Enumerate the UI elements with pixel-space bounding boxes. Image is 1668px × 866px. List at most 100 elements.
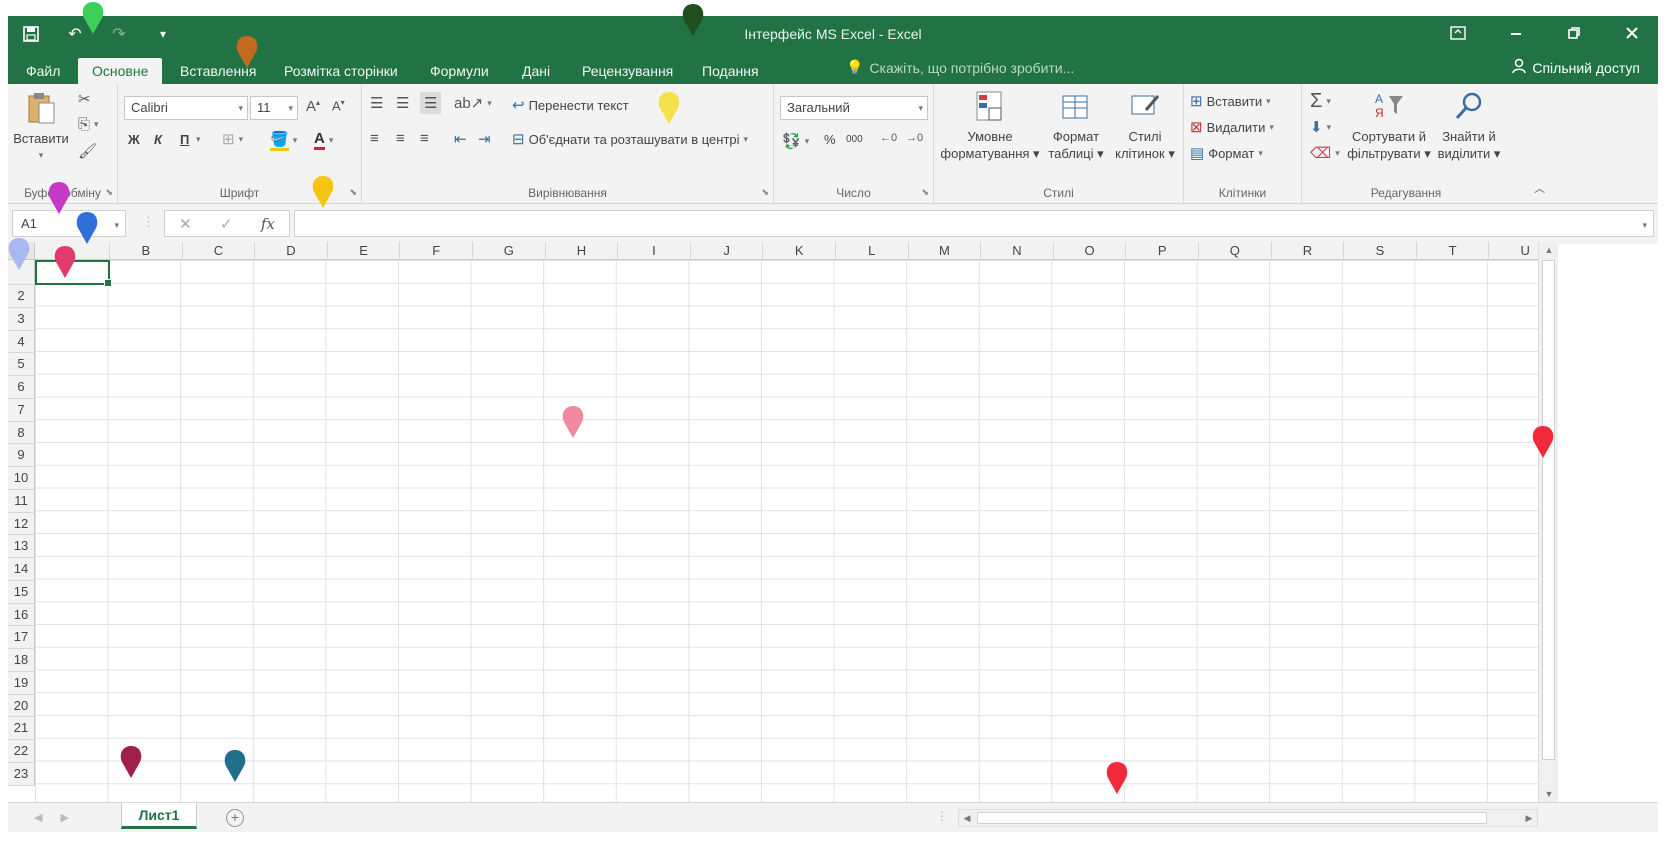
decrease-font-icon[interactable]: A▾ bbox=[332, 98, 345, 113]
column-header-i[interactable]: I bbox=[618, 242, 691, 260]
horizontal-scrollbar[interactable]: ◀ ▶ bbox=[958, 809, 1538, 827]
restore-icon[interactable] bbox=[1556, 20, 1592, 46]
tab-data[interactable]: Дані bbox=[508, 58, 564, 84]
row-header-21[interactable]: 21 bbox=[8, 717, 35, 740]
row-header-14[interactable]: 14 bbox=[8, 558, 35, 581]
column-header-b[interactable]: B bbox=[110, 242, 183, 260]
format-painter-icon[interactable]: 🖌 bbox=[78, 142, 97, 160]
column-header-r[interactable]: R bbox=[1271, 242, 1345, 260]
format-cells-button[interactable]: ▤ Формат ▾ bbox=[1190, 144, 1263, 162]
insert-cells-button[interactable]: ⊞ Вставити ▾ bbox=[1190, 92, 1271, 110]
tab-formulas[interactable]: Формули bbox=[416, 58, 503, 84]
column-header-e[interactable]: E bbox=[327, 242, 401, 260]
align-right-icon[interactable]: ≡ bbox=[420, 130, 429, 147]
row-header-18[interactable]: 18 bbox=[8, 649, 35, 672]
decrease-indent-icon[interactable]: ⇤ bbox=[454, 130, 467, 148]
row-header-7[interactable]: 7 bbox=[8, 398, 35, 422]
formula-input[interactable]: ▾ bbox=[294, 210, 1654, 237]
row-header-22[interactable]: 22 bbox=[8, 740, 35, 763]
clipboard-launcher-icon[interactable]: ⬊ bbox=[105, 187, 113, 198]
column-header-h[interactable]: H bbox=[545, 242, 619, 260]
cut-icon[interactable]: ✂ bbox=[78, 90, 91, 108]
column-header-j[interactable]: J bbox=[690, 242, 764, 260]
scroll-up-icon[interactable]: ▲ bbox=[1539, 242, 1559, 258]
scroll-left-icon[interactable]: ◀ bbox=[959, 810, 975, 826]
fill-color-icon[interactable]: 🪣 ▾ bbox=[270, 130, 297, 151]
align-center-icon[interactable]: ≡ bbox=[396, 130, 405, 147]
row-header-6[interactable]: 6 bbox=[8, 376, 35, 399]
row-header-4[interactable]: 4 bbox=[8, 330, 35, 354]
column-header-p[interactable]: P bbox=[1126, 242, 1199, 260]
format-as-table-button[interactable]: Формат таблиці ▾ bbox=[1044, 88, 1108, 162]
cell-styles-button[interactable]: Стилі клітинок ▾ bbox=[1112, 88, 1178, 162]
font-launcher-icon[interactable]: ⬊ bbox=[349, 187, 357, 198]
column-header-d[interactable]: D bbox=[255, 242, 328, 260]
increase-decimal-icon[interactable]: ←0 bbox=[880, 132, 897, 144]
thousands-button[interactable]: 000 bbox=[846, 134, 863, 145]
font-name-select[interactable]: Calibri ▾ bbox=[124, 96, 248, 120]
row-header-11[interactable]: 11 bbox=[8, 489, 35, 513]
row-header-12[interactable]: 12 bbox=[8, 512, 35, 536]
scroll-down-icon[interactable]: ▼ bbox=[1539, 786, 1559, 802]
increase-font-icon[interactable]: A▴ bbox=[306, 98, 320, 115]
tab-home[interactable]: Основне bbox=[78, 58, 163, 84]
next-sheet-icon[interactable]: ▶ bbox=[60, 811, 68, 824]
number-format-select[interactable]: Загальний ▾ bbox=[780, 96, 928, 120]
merge-center-button[interactable]: ⊟ Об'єднати та розташувати в центрі ▾ bbox=[512, 130, 748, 148]
row-header-3[interactable]: 3 bbox=[8, 307, 35, 331]
row-header-19[interactable]: 19 bbox=[8, 671, 35, 695]
row-header-9[interactable]: 9 bbox=[8, 444, 35, 467]
align-bottom-icon[interactable]: ☰ bbox=[420, 92, 442, 114]
underline-dropdown-icon[interactable]: ▾ bbox=[196, 134, 201, 145]
row-header-13[interactable]: 13 bbox=[8, 535, 35, 558]
tab-view[interactable]: Подання bbox=[688, 58, 773, 84]
currency-icon[interactable]: 💱 ▾ bbox=[782, 132, 809, 150]
enter-icon[interactable]: ✓ bbox=[220, 215, 233, 233]
insert-function-icon[interactable]: fx bbox=[261, 215, 275, 233]
font-size-select[interactable]: 11 ▾ bbox=[250, 96, 298, 120]
tab-page-layout[interactable]: Розмітка сторінки bbox=[270, 58, 412, 84]
horizontal-scroll-thumb[interactable] bbox=[977, 812, 1487, 824]
copy-icon[interactable]: ⎘ ▾ bbox=[78, 116, 99, 133]
row-header-16[interactable]: 16 bbox=[8, 603, 35, 627]
conditional-formatting-button[interactable]: Умовне форматування ▾ bbox=[940, 88, 1040, 162]
collapse-ribbon-icon[interactable]: ︿ bbox=[1534, 180, 1545, 196]
orientation-icon[interactable]: ab↗ ▾ bbox=[454, 94, 492, 112]
percent-button[interactable]: % bbox=[824, 132, 836, 147]
number-launcher-icon[interactable]: ⬊ bbox=[921, 187, 929, 198]
underline-button[interactable]: П bbox=[180, 132, 189, 147]
row-header-8[interactable]: 8 bbox=[8, 421, 35, 445]
italic-button[interactable]: К bbox=[154, 132, 162, 147]
column-header-m[interactable]: M bbox=[908, 242, 982, 260]
column-header-u[interactable]: U bbox=[1489, 242, 1538, 260]
column-header-o[interactable]: O bbox=[1053, 242, 1127, 260]
align-middle-icon[interactable]: ☰ bbox=[396, 94, 409, 112]
align-top-icon[interactable]: ☰ bbox=[370, 94, 383, 112]
cancel-icon[interactable]: ✕ bbox=[179, 215, 192, 233]
fill-icon[interactable]: ⬇ ▾ bbox=[1310, 118, 1331, 136]
tell-me-box[interactable]: 💡 Скажіть, що потрібно зробити... bbox=[846, 59, 1074, 76]
column-header-q[interactable]: Q bbox=[1199, 242, 1272, 260]
splitter-grip-icon[interactable]: ⋮ bbox=[936, 809, 948, 823]
autosum-icon[interactable]: Σ ▾ bbox=[1310, 90, 1331, 113]
vertical-scrollbar[interactable]: ▲ ▼ bbox=[1538, 242, 1558, 802]
row-header-5[interactable]: 5 bbox=[8, 353, 35, 376]
scroll-right-icon[interactable]: ▶ bbox=[1521, 810, 1537, 826]
close-icon[interactable] bbox=[1614, 20, 1650, 46]
column-header-t[interactable]: T bbox=[1416, 242, 1490, 260]
worksheet-grid[interactable]: BCDEFGHIJKLMNOPQRSTU 2 3 4 5 6 7 8 9 10 11 12 13 14 1… bbox=[8, 242, 1538, 802]
ribbon-display-options-icon[interactable] bbox=[1440, 20, 1476, 46]
alignment-launcher-icon[interactable]: ⬊ bbox=[761, 187, 769, 198]
row-header-23[interactable]: 23 bbox=[8, 762, 35, 786]
sort-filter-button[interactable]: AЯ Сортувати й фільтрувати ▾ bbox=[1346, 88, 1432, 162]
decrease-decimal-icon[interactable]: →0 bbox=[906, 132, 923, 144]
prev-sheet-icon[interactable]: ◀ bbox=[34, 811, 42, 824]
column-header-f[interactable]: F bbox=[400, 242, 473, 260]
row-header-15[interactable]: 15 bbox=[8, 580, 35, 604]
share-button[interactable]: Спільний доступ bbox=[1512, 58, 1640, 77]
column-header-l[interactable]: L bbox=[836, 242, 909, 260]
tab-review[interactable]: Рецензування bbox=[568, 58, 687, 84]
cells-area[interactable] bbox=[35, 260, 1538, 802]
align-left-icon[interactable]: ≡ bbox=[370, 130, 379, 147]
find-select-button[interactable]: Знайти й виділити ▾ bbox=[1434, 88, 1504, 162]
